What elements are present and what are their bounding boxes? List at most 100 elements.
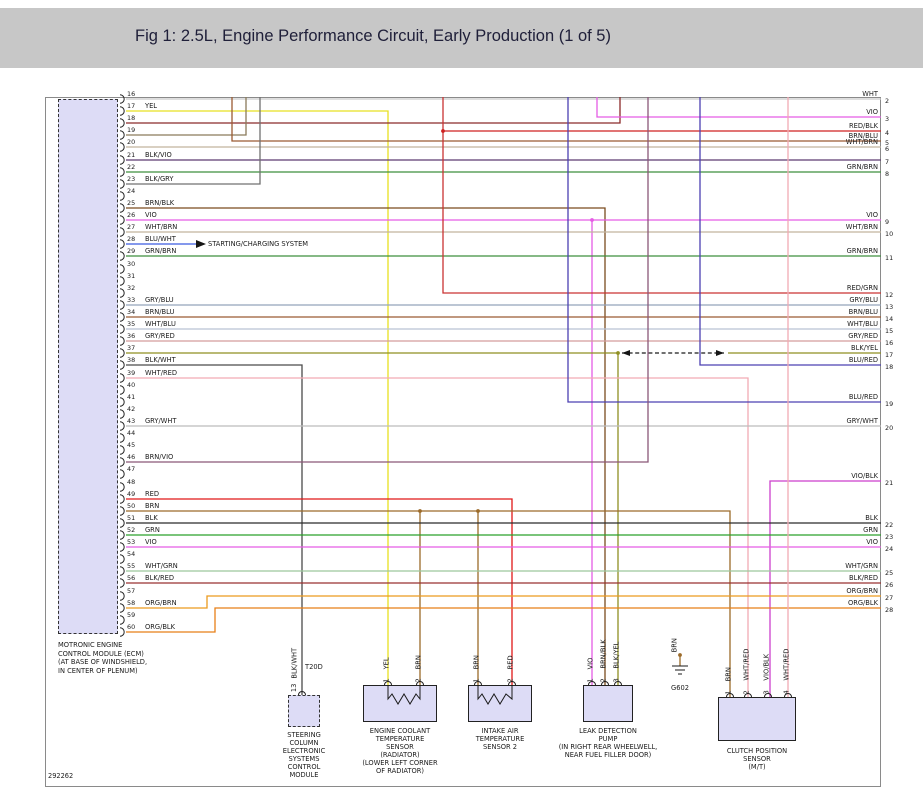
ecm-pin-socket-icon [120, 265, 124, 273]
component-pin-wire-label: BRN [670, 634, 679, 652]
ecm-pin-socket-icon [120, 386, 124, 394]
ecm-pin-wire-label: ORG/BRN [145, 599, 177, 607]
clutch-position-sensor-caption-line: (M/T) [692, 763, 822, 771]
terminal-number: 6 [885, 145, 889, 153]
component-pin-wire-label: VIO/BLK [762, 645, 771, 681]
engine-coolant-temp-sensor-caption-line: (RADIATOR) [335, 751, 465, 759]
ecm-pin-wire-label: GRY/WHT [145, 417, 176, 425]
ecm-pin-socket-icon [120, 337, 124, 345]
ecm-pin-number: 36 [127, 332, 135, 340]
ecm-pin-wire-label: BRN/BLK [145, 199, 174, 207]
terminal-number: 20 [885, 424, 893, 432]
terminal-number: 3 [885, 115, 889, 123]
ecm-pin-wire-label: ORG/BLK [145, 623, 175, 631]
component-pin-number: 13 [290, 679, 299, 692]
component-pin-number: 4 [783, 682, 792, 694]
ecm-pin-number: 41 [127, 393, 135, 401]
ecm-pin-number: 29 [127, 247, 135, 255]
ecm-pin-socket-icon [120, 204, 124, 212]
terminal-wire-label: RED/GRN [788, 284, 878, 292]
terminal-wire-label: BLK/YEL [788, 344, 878, 352]
dashed-link-arrow-left [622, 350, 630, 356]
ecm-pin-wire-label: BRN/BLU [145, 308, 174, 316]
wire-blk-yel [126, 353, 618, 685]
ecm-pin-number: 35 [127, 320, 135, 328]
ecm-pin-socket-icon [120, 361, 124, 369]
component-pin-wire-label: VIO [586, 651, 595, 669]
ecm-pin-socket-icon [120, 470, 124, 478]
junction-dot [418, 509, 422, 513]
ecm-pin-wire-label: BLK/VIO [145, 151, 172, 159]
terminal-wire-label: BRN/BLU [788, 308, 878, 316]
ecm-pin-number: 45 [127, 441, 135, 449]
component-pin-number: 2 [507, 670, 516, 682]
ecm-pin-number: 44 [127, 429, 135, 437]
wire-red [126, 499, 512, 685]
starting-charging-arrow [196, 240, 206, 248]
terminal-wire-label: GRY/BLU [788, 296, 878, 304]
terminal-number: 17 [885, 351, 893, 359]
engine-coolant-temp-sensor-caption-line: OF RADIATOR) [335, 767, 465, 775]
terminal-wire-label: BLK/RED [788, 574, 878, 582]
ecm-pin-number: 46 [127, 453, 135, 461]
dashed-link-arrow-right [716, 350, 724, 356]
ecm-pin-number: 19 [127, 126, 135, 134]
ecm-pin-number: 50 [127, 502, 135, 510]
terminal-wire-label: WHT/GRN [788, 562, 878, 570]
component-pin-number: 1 [383, 670, 392, 682]
component-pin-number: 2 [415, 670, 424, 682]
ecm-caption-line: MOTRONIC ENGINE [58, 641, 122, 649]
ecm-pin-number: 16 [127, 90, 135, 98]
ecm-pin-number: 31 [127, 272, 135, 280]
terminal-number: 13 [885, 303, 893, 311]
ecm-pin-socket-icon [120, 156, 124, 164]
ecm-pin-socket-icon [120, 313, 124, 321]
ecm-pin-socket-icon [120, 289, 124, 297]
wire-brn [126, 511, 730, 697]
ecm-pin-number: 37 [127, 344, 135, 352]
terminal-number: 19 [885, 400, 893, 408]
wire-brn-blu [232, 97, 881, 141]
terminal-wire-label: BLK [788, 514, 878, 522]
ecm-pin-wire-label: WHT/BLU [145, 320, 176, 328]
terminal-number: 16 [885, 339, 893, 347]
ecm-pin-socket-icon [120, 422, 124, 430]
ecm-pin-wire-label: RED [145, 490, 159, 498]
leak-detection-pump-caption-line: NEAR FUEL FILLER DOOR) [543, 751, 673, 759]
component-pin-number: 3 [613, 670, 622, 682]
component-pin-wire-label: BLK/WHT [290, 643, 299, 679]
component-pin-wire-label: BRN [472, 651, 481, 669]
ecm-pin-wire-label: GRY/RED [145, 332, 175, 340]
ecm-pin-socket-icon [120, 301, 124, 309]
terminal-wire-label: GRY/WHT [788, 417, 878, 425]
ecm-pin-wire-label: YEL [145, 102, 157, 110]
terminal-number: 23 [885, 533, 893, 541]
ecm-pin-number: 56 [127, 574, 135, 582]
junction-dot [441, 129, 445, 133]
terminal-wire-label: GRN/BRN [788, 247, 878, 255]
ecm-pin-socket-icon [120, 410, 124, 418]
terminal-number: 8 [885, 170, 889, 178]
ecm-pin-wire-label: BRN [145, 502, 159, 510]
junction-dot [476, 509, 480, 513]
component-pin-wire-label: BRN [724, 663, 733, 681]
wire-maroon [126, 97, 620, 123]
terminal-number: 12 [885, 291, 893, 299]
ecm-pin-number: 39 [127, 369, 135, 377]
junction-dot [678, 653, 682, 657]
ecm-pin-number: 40 [127, 381, 135, 389]
ecm-pin-socket-icon [120, 228, 124, 236]
terminal-number: 28 [885, 606, 893, 614]
terminal-wire-label: GRN/BRN [788, 163, 878, 171]
terminal-number: 2 [885, 97, 889, 105]
ecm-pin-number: 51 [127, 514, 135, 522]
terminal-number: 9 [885, 218, 889, 226]
circuit-diagram: 292262 1617YEL18192021BLK/VIO2223BLK/GRY… [0, 0, 923, 799]
component-pin-number: 3 [763, 682, 772, 694]
terminal-wire-label: GRY/RED [788, 332, 878, 340]
component-pin-wire-label: RED [506, 651, 515, 669]
terminal-wire-label: WHT [788, 90, 878, 98]
clutch-position-sensor-caption-line: SENSOR [692, 755, 822, 763]
component-pin-wire-label: WHT/RED [782, 645, 791, 681]
ecm-pin-socket-icon [120, 168, 124, 176]
